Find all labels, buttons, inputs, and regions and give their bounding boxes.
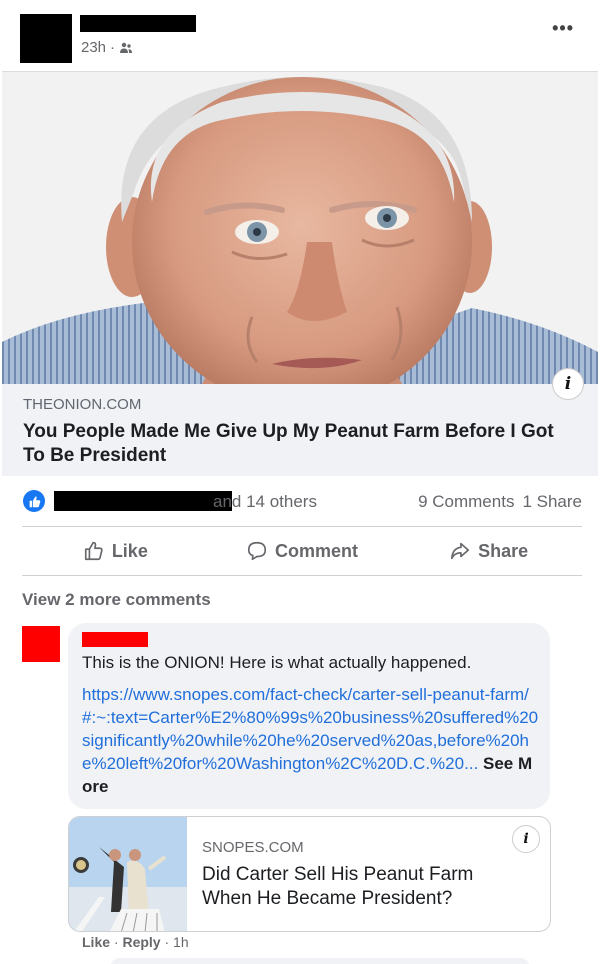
comment-button[interactable]: Comment [209,527,396,575]
preview-domain: SNOPES.COM [202,839,304,856]
comment-text: This is the ONION! Here is what actually… [82,653,472,672]
comment-reply-button[interactable]: Reply [122,934,160,950]
preview-photo [69,817,187,931]
share-label: Share [478,540,529,561]
commenter-name[interactable] [82,632,148,647]
link-domain: THEONION.COM [23,396,142,413]
shares-count[interactable]: 1 Share [522,492,582,511]
more-options-icon[interactable]: ••• [552,19,574,37]
like-reaction-icon[interactable] [23,490,45,512]
reactions-summary: and 14 others 9 Comments 1 Share [22,489,582,513]
comments-count[interactable]: 9 Comments [418,492,514,511]
link-attachment[interactable]: i THEONION.COM You People Made Me Give U… [2,71,598,476]
info-icon[interactable]: i [552,368,584,400]
link-ellipsis: ... [464,754,479,773]
action-bar: Like Comment Share [22,526,582,576]
share-arrow-icon [451,542,470,560]
like-button[interactable]: Like [22,527,209,575]
link-photo [2,72,598,384]
comment-bubble: This is the ONION! Here is what actually… [68,623,550,809]
like-label: Like [111,540,148,561]
post-time[interactable]: 23h [81,39,106,56]
comment-time[interactable]: 1h [173,934,189,950]
post-meta: 23h · [81,39,133,56]
link-title[interactable]: You People Made Me Give Up My Peanut Far… [23,420,563,468]
preview-title[interactable]: Did Carter Sell His Peanut Farm When He … [202,863,522,911]
post-header: 23h · ••• [0,0,600,72]
engagement-counts: 9 Comments 1 Share [418,492,582,512]
portrait-image [2,72,598,384]
preview-info-icon[interactable]: i [512,825,540,853]
comment-like-button[interactable]: Like [82,934,110,950]
link-meta[interactable]: THEONION.COM You People Made Me Give Up … [2,384,598,476]
reactor-names[interactable] [54,491,232,511]
speech-bubble-icon [247,541,267,561]
share-button[interactable]: Share [395,527,582,575]
thumbs-up-icon [84,541,103,561]
view-more-comments[interactable]: View 2 more comments [22,590,211,610]
friends-icon [120,42,133,53]
avatar[interactable] [20,14,72,63]
comment-link-preview[interactable]: SNOPES.COM Did Carter Sell His Peanut Fa… [68,816,551,932]
reactors-others[interactable]: and 14 others [213,492,317,512]
comment-label: Comment [275,540,359,561]
next-comment-bubble [110,958,530,964]
comment-actions: Like · Reply · 1h [82,934,189,950]
poster-name[interactable] [80,15,196,32]
commenter-avatar[interactable] [22,626,60,662]
comment-link-container: https://www.snopes.com/fact-check/carter… [82,683,542,798]
